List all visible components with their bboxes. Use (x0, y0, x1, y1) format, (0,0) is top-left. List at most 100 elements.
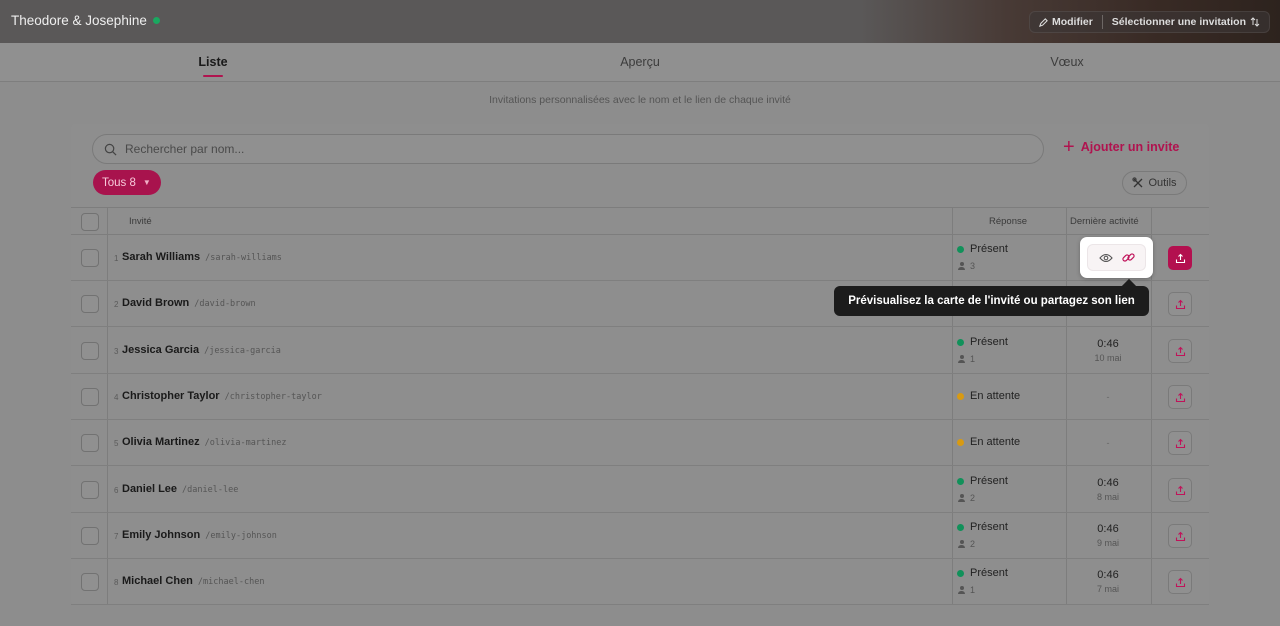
online-status-dot (152, 17, 160, 24)
tab-apercu[interactable]: Aperçu (620, 55, 660, 69)
tools-label: Outils (1148, 177, 1177, 189)
guest-name: Christopher Taylor (122, 390, 220, 402)
guest-count: 2 (958, 493, 975, 503)
share-button[interactable] (1168, 385, 1192, 409)
response-status: Présent (957, 521, 1008, 533)
activity-time: 0:46 (1097, 523, 1119, 535)
eye-icon[interactable] (1098, 253, 1113, 263)
share-icon (1175, 253, 1185, 263)
table-row[interactable]: 1 Sarah Williams/sarah-williams Présent 3 (71, 235, 1209, 281)
select-all-checkbox[interactable] (81, 213, 99, 231)
share-button[interactable] (1168, 478, 1192, 502)
status-dot (957, 245, 964, 253)
activity-date: 10 mai (1094, 353, 1122, 363)
response-status: En attente (957, 390, 1020, 402)
row-checkbox[interactable] (81, 388, 99, 406)
activity-date: 9 mai (1096, 538, 1119, 548)
guest-name-cell: Daniel Lee/daniel-lee (122, 483, 238, 495)
row-checkbox[interactable] (81, 295, 99, 313)
activity-empty: - (1106, 392, 1110, 402)
share-button[interactable] (1168, 570, 1192, 594)
status-label: Présent (970, 567, 1008, 579)
row-number: 7 (114, 532, 119, 541)
link-icon[interactable] (1121, 251, 1135, 264)
share-icon (1175, 577, 1185, 587)
guest-slug: /sarah-williams (205, 253, 282, 263)
table-row[interactable]: 8 Michael Chen/michael-chen Présent 1 0:46 7 … (71, 559, 1209, 605)
guest-count-value: 2 (970, 539, 976, 549)
guest-name-cell: Jessica Garcia/jessica-garcia (122, 344, 281, 356)
share-button[interactable] (1168, 292, 1192, 316)
edit-button[interactable]: Modifier (1030, 11, 1102, 33)
column-guest: Invité (129, 216, 152, 227)
guest-name-cell: David Brown/david-brown (122, 297, 256, 309)
person-icon (958, 586, 965, 594)
share-button[interactable] (1168, 431, 1192, 455)
table-row[interactable]: 4 Christopher Taylor/christopher-taylor En… (71, 374, 1209, 420)
guest-list-card: + Ajouter un invite Tous 8 ▼ Outils Invi… (71, 124, 1209, 605)
guest-name: Jessica Garcia (122, 344, 200, 356)
tab-voeux[interactable]: Vœux (1050, 55, 1083, 69)
share-icon (1175, 392, 1185, 402)
tab-liste[interactable]: Liste (198, 55, 227, 69)
row-checkbox[interactable] (81, 434, 99, 452)
status-label: Présent (970, 336, 1008, 348)
table-row[interactable]: 6 Daniel Lee/daniel-lee Présent 2 0:46 8 mai (71, 467, 1209, 513)
plus-icon: + (1063, 136, 1075, 158)
add-guest-label: Ajouter un invite (1080, 140, 1180, 154)
response-status: Présent (957, 567, 1008, 579)
guest-count: 3 (958, 261, 975, 271)
table-row[interactable]: 5 Olivia Martinez/olivia-martinez En atten… (71, 420, 1209, 466)
column-response: Réponse (989, 216, 1028, 227)
share-button[interactable] (1168, 246, 1192, 270)
guest-name-cell: Emily Johnson/emily-johnson (122, 529, 277, 541)
row-checkbox[interactable] (81, 481, 99, 499)
guest-slug: /emily-johnson (205, 531, 277, 541)
guest-count: 1 (958, 585, 975, 595)
row-checkbox[interactable] (81, 249, 99, 267)
guest-slug: /jessica-garcia (204, 346, 281, 356)
search-input[interactable] (125, 135, 1025, 163)
status-dot (957, 477, 964, 485)
guest-count-value: 2 (970, 493, 976, 503)
app-title: Theodore & Josephine (11, 13, 160, 28)
table-row[interactable]: 3 Jessica Garcia/jessica-garcia Présent 1 0:… (71, 328, 1209, 374)
guest-slug: /christopher-taylor (224, 392, 322, 402)
app-header: Theodore & Josephine Modifier Sélectionn… (0, 0, 1280, 43)
share-icon (1175, 346, 1185, 356)
row-number: 3 (114, 347, 119, 356)
guest-name: Daniel Lee (122, 483, 178, 495)
guest-name: Michael Chen (122, 575, 193, 587)
select-invitation-button[interactable]: Sélectionner une invitation (1103, 11, 1269, 33)
share-button[interactable] (1168, 524, 1192, 548)
chevron-down-icon: ▼ (142, 178, 151, 187)
filter-all-button[interactable]: Tous 8 ▼ (93, 170, 161, 195)
status-label: Présent (970, 475, 1008, 487)
column-last-activity: Dernière activité (1070, 216, 1139, 227)
tools-button[interactable]: Outils (1122, 171, 1187, 195)
filter-label: Tous 8 (102, 176, 136, 189)
search-field[interactable] (92, 134, 1044, 164)
table-row[interactable]: 7 Emily Johnson/emily-johnson Présent 2 0:46… (71, 513, 1209, 559)
row-number: 1 (114, 254, 119, 263)
row-actions-group (1087, 244, 1146, 271)
row-checkbox[interactable] (81, 342, 99, 360)
person-icon (958, 540, 965, 548)
share-icon (1175, 531, 1185, 541)
guest-name-cell: Olivia Martinez/olivia-martinez (122, 436, 287, 448)
person-icon (958, 262, 965, 270)
tooltip: Prévisualisez la carte de l'invité ou pa… (834, 286, 1149, 316)
person-icon (958, 355, 965, 363)
add-guest-button[interactable]: + Ajouter un invite (1063, 136, 1180, 158)
header-actions: Modifier Sélectionner une invitation (1028, 11, 1270, 33)
share-button[interactable] (1168, 339, 1192, 363)
guest-count: 2 (958, 539, 975, 549)
row-checkbox[interactable] (81, 527, 99, 545)
guest-name-cell: Christopher Taylor/christopher-taylor (122, 390, 322, 402)
guest-name-cell: Sarah Williams/sarah-williams (122, 251, 282, 263)
row-checkbox[interactable] (81, 573, 99, 591)
guest-count-value: 3 (970, 261, 976, 271)
status-label: En attente (970, 390, 1021, 402)
guest-count-value: 1 (970, 585, 976, 595)
guest-count: 1 (958, 354, 975, 364)
